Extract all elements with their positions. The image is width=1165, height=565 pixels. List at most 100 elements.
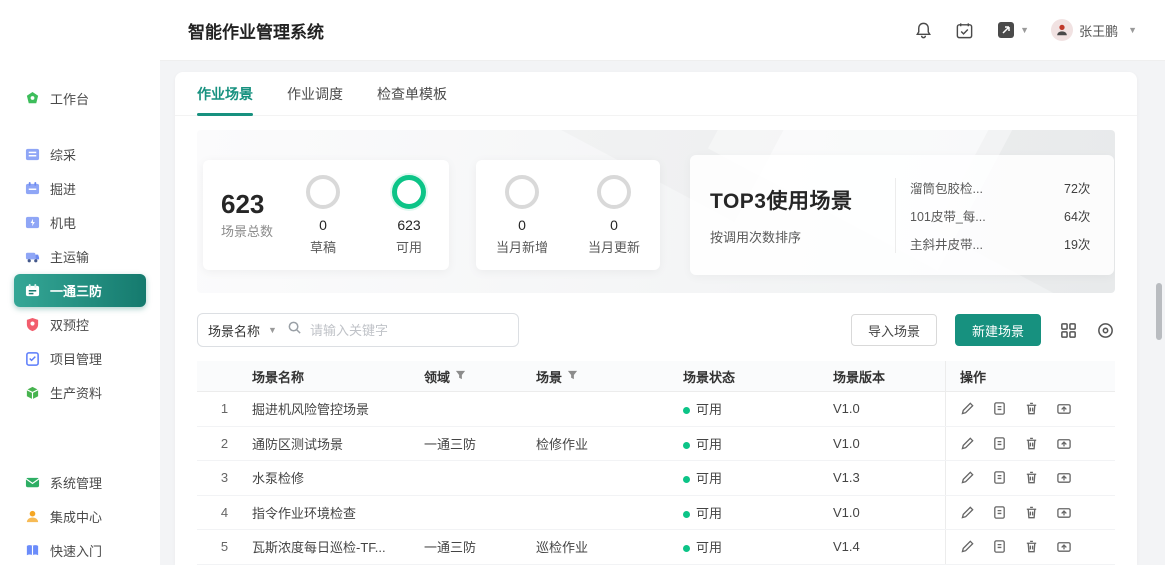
sidebar-item-workbench[interactable]: 工作台 <box>14 82 146 115</box>
scene-table: 场景名称 领域 场景 场景状态 场景版本 操作 <box>197 361 1115 565</box>
sidebar-item-dual-control[interactable]: 双预控 <box>14 308 146 341</box>
sidebar-item-label: 集成中心 <box>50 507 102 526</box>
col-domain: 领域 <box>424 367 536 386</box>
chevron-down-icon: ▼ <box>268 325 277 335</box>
create-scene-button[interactable]: 新建场景 <box>955 314 1041 346</box>
user-menu[interactable]: 张王鹏 ▼ <box>1051 19 1137 41</box>
sidebar-item-ventilation[interactable]: 一通三防 <box>14 274 146 307</box>
col-version: 场景版本 <box>833 367 945 386</box>
ring-available <box>392 175 426 209</box>
user-avatar <box>1051 19 1073 41</box>
status-dot <box>683 476 690 483</box>
cell-scene-name: 通防区测试场景 <box>252 434 424 453</box>
top3-item[interactable]: 溜筒包胶检... 72次 <box>896 178 1094 197</box>
sidebar: 工作台 综采 掘进 机电 <box>0 0 160 565</box>
ring-draft <box>306 175 340 209</box>
top3-item[interactable]: 主斜井皮带... 19次 <box>896 234 1094 253</box>
mining-icon <box>24 147 40 163</box>
status-dot <box>683 545 690 552</box>
sidebar-item-label: 主运输 <box>50 247 89 266</box>
sidebar-item-quickstart[interactable]: 快速入门 <box>14 534 146 565</box>
col-scene-name: 场景名称 <box>252 367 424 386</box>
status-badge: 可用 <box>683 434 833 453</box>
table-header-row: 场景名称 领域 场景 场景状态 场景版本 操作 <box>197 361 1115 392</box>
copy-icon[interactable] <box>992 401 1007 416</box>
stat-month-new: 0 当月新增 <box>486 175 558 256</box>
copy-icon[interactable] <box>992 470 1007 485</box>
sidebar-item-label: 生产资料 <box>50 383 102 402</box>
status-dot <box>683 442 690 449</box>
shield-icon <box>24 317 40 333</box>
import-scene-button[interactable]: 导入场景 <box>851 314 937 346</box>
tab-job-scenes[interactable]: 作业场景 <box>197 72 253 116</box>
col-scene: 场景 <box>536 367 683 386</box>
top3-item[interactable]: 101皮带_每... 64次 <box>896 206 1094 225</box>
cell-scene-name: 指令作业环境检查 <box>252 503 424 522</box>
project-icon <box>24 351 40 367</box>
stat-month-updated: 0 当月更新 <box>578 175 650 256</box>
search-input[interactable] <box>310 323 508 338</box>
sidebar-item-transport[interactable]: 主运输 <box>14 240 146 273</box>
page-scrollbar[interactable] <box>1156 283 1162 340</box>
stat-draft: 0 草稿 <box>287 175 359 256</box>
copy-icon[interactable] <box>992 539 1007 554</box>
app-window-icon[interactable]: ▼ <box>996 20 1029 40</box>
stats-banner: 623 场景总数 0 草稿 623 可用 0 当月新增 <box>197 130 1115 293</box>
sidebar-item-electromech[interactable]: 机电 <box>14 206 146 239</box>
stat-available: 623 可用 <box>373 175 445 256</box>
toolbar: 场景名称 ▼ 导入场景 新建场景 <box>197 313 1115 347</box>
table-row[interactable]: 2 通防区测试场景 一通三防 检修作业 可用 V1.0 <box>197 427 1115 462</box>
export-icon[interactable] <box>1056 539 1072 554</box>
edit-icon[interactable] <box>960 436 975 451</box>
status-dot <box>683 511 690 518</box>
edit-icon[interactable] <box>960 539 975 554</box>
edit-icon[interactable] <box>960 470 975 485</box>
export-icon[interactable] <box>1056 436 1072 451</box>
cell-scene-name: 掘进机风险管控场景 <box>252 399 424 418</box>
sidebar-item-integration[interactable]: 集成中心 <box>14 500 146 533</box>
cell-scene-name: 瓦斯浓度每日巡检-TF... <box>252 537 424 556</box>
edit-icon[interactable] <box>960 505 975 520</box>
bell-icon[interactable] <box>914 21 933 40</box>
delete-icon[interactable] <box>1024 505 1039 520</box>
sidebar-item-label: 快速入门 <box>50 541 102 560</box>
search-box: 场景名称 ▼ <box>197 313 519 347</box>
status-badge: 可用 <box>683 537 833 556</box>
delete-icon[interactable] <box>1024 401 1039 416</box>
sidebar-item-project[interactable]: 项目管理 <box>14 342 146 375</box>
export-icon[interactable] <box>1056 401 1072 416</box>
main-content: 作业场景 作业调度 检查单模板 623 场景总数 0 草稿 623 <box>175 72 1137 565</box>
calendar-icon[interactable] <box>955 21 974 40</box>
sidebar-item-label: 机电 <box>50 213 76 232</box>
filter-icon[interactable] <box>567 369 578 384</box>
total-value: 623 <box>221 190 273 220</box>
filter-icon[interactable] <box>455 369 466 384</box>
tab-bar: 作业场景 作业调度 检查单模板 <box>175 72 1137 116</box>
export-icon[interactable] <box>1056 505 1072 520</box>
app-root: 工作台 综采 掘进 机电 <box>0 0 1165 565</box>
sidebar-item-label: 一通三防 <box>50 281 102 300</box>
table-row[interactable]: 5 瓦斯浓度每日巡检-TF... 一通三防 巡检作业 可用 V1.4 <box>197 530 1115 565</box>
table-row[interactable]: 1 掘进机风险管控场景 可用 V1.0 <box>197 392 1115 427</box>
sidebar-item-mining[interactable]: 综采 <box>14 138 146 171</box>
scene-total-card: 623 场景总数 0 草稿 623 可用 <box>203 160 449 270</box>
copy-icon[interactable] <box>992 505 1007 520</box>
top3-title: TOP3使用场景 <box>710 185 895 215</box>
delete-icon[interactable] <box>1024 470 1039 485</box>
table-row[interactable]: 4 指令作业环境检查 可用 V1.0 <box>197 496 1115 531</box>
tunneling-icon <box>24 181 40 197</box>
settings-icon[interactable] <box>1096 321 1115 340</box>
export-icon[interactable] <box>1056 470 1072 485</box>
sidebar-item-tunneling[interactable]: 掘进 <box>14 172 146 205</box>
tab-job-scheduling[interactable]: 作业调度 <box>287 72 343 116</box>
filter-field-select[interactable]: 场景名称 <box>208 321 260 340</box>
delete-icon[interactable] <box>1024 539 1039 554</box>
sidebar-item-materials[interactable]: 生产资料 <box>14 376 146 409</box>
copy-icon[interactable] <box>992 436 1007 451</box>
card-view-icon[interactable] <box>1059 321 1078 340</box>
delete-icon[interactable] <box>1024 436 1039 451</box>
sidebar-item-system[interactable]: 系统管理 <box>14 466 146 499</box>
edit-icon[interactable] <box>960 401 975 416</box>
tab-checklist-templates[interactable]: 检查单模板 <box>377 72 447 116</box>
table-row[interactable]: 3 水泵检修 可用 V1.3 <box>197 461 1115 496</box>
